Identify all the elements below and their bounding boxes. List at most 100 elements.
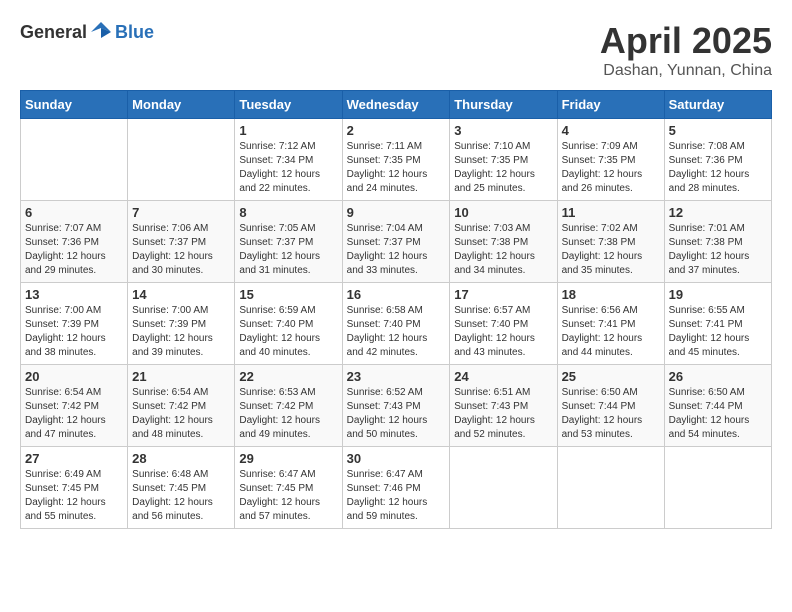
logo: General Blue xyxy=(20,20,154,44)
calendar-cell xyxy=(128,119,235,201)
day-number: 12 xyxy=(669,205,767,220)
calendar-cell: 24 Sunrise: 6:51 AMSunset: 7:43 PMDayligh… xyxy=(450,365,557,447)
day-number: 2 xyxy=(347,123,446,138)
day-info: Sunrise: 6:58 AMSunset: 7:40 PMDaylight:… xyxy=(347,304,446,360)
calendar-cell: 3 Sunrise: 7:10 AMSunset: 7:35 PMDaylight… xyxy=(450,119,557,201)
calendar-week-row: 13 Sunrise: 7:00 AMSunset: 7:39 PMDayligh… xyxy=(21,283,772,365)
weekday-header-cell: Monday xyxy=(128,91,235,119)
day-info: Sunrise: 6:47 AMSunset: 7:45 PMDaylight:… xyxy=(239,468,337,524)
calendar-cell: 29Sunrise: 6:47 AMSunset: 7:45 PMDayligh… xyxy=(235,447,342,529)
weekday-header-cell: Saturday xyxy=(664,91,771,119)
day-info: Sunrise: 6:50 AMSunset: 7:44 PMDaylight:… xyxy=(669,386,767,442)
day-info: Sunrise: 7:02 AMSunset: 7:38 PMDaylight:… xyxy=(562,222,660,278)
day-number: 21 xyxy=(132,369,230,384)
day-info: Sunrise: 6:52 AMSunset: 7:43 PMDaylight:… xyxy=(347,386,446,442)
calendar-cell: 22 Sunrise: 6:53 AMSunset: 7:42 PMDayligh… xyxy=(235,365,342,447)
day-info: Sunrise: 6:48 AMSunset: 7:45 PMDaylight:… xyxy=(132,468,230,524)
day-number: 25 xyxy=(562,369,660,384)
calendar-cell: 4 Sunrise: 7:09 AMSunset: 7:35 PMDaylight… xyxy=(557,119,664,201)
day-info: Sunrise: 6:54 AMSunset: 7:42 PMDaylight:… xyxy=(25,386,123,442)
day-number: 10 xyxy=(454,205,552,220)
day-info: Sunrise: 7:03 AMSunset: 7:38 PMDaylight:… xyxy=(454,222,552,278)
calendar-cell: 15Sunrise: 6:59 AMSunset: 7:40 PMDayligh… xyxy=(235,283,342,365)
calendar-cell: 19Sunrise: 6:55 AMSunset: 7:41 PMDayligh… xyxy=(664,283,771,365)
calendar-cell: 10 Sunrise: 7:03 AMSunset: 7:38 PMDayligh… xyxy=(450,201,557,283)
day-number: 5 xyxy=(669,123,767,138)
day-info: Sunrise: 6:59 AMSunset: 7:40 PMDaylight:… xyxy=(239,304,337,360)
day-number: 27 xyxy=(25,451,123,466)
calendar-cell: 16 Sunrise: 6:58 AMSunset: 7:40 PMDayligh… xyxy=(342,283,450,365)
calendar-cell: 26 Sunrise: 6:50 AMSunset: 7:44 PMDayligh… xyxy=(664,365,771,447)
day-number: 24 xyxy=(454,369,552,384)
day-number: 9 xyxy=(347,205,446,220)
day-number: 14 xyxy=(132,287,230,302)
day-info: Sunrise: 7:07 AMSunset: 7:36 PMDaylight:… xyxy=(25,222,123,278)
calendar-cell: 12Sunrise: 7:01 AMSunset: 7:38 PMDayligh… xyxy=(664,201,771,283)
weekday-header-cell: Sunday xyxy=(21,91,128,119)
calendar-cell: 28 Sunrise: 6:48 AMSunset: 7:45 PMDayligh… xyxy=(128,447,235,529)
day-info: Sunrise: 7:00 AMSunset: 7:39 PMDaylight:… xyxy=(132,304,230,360)
day-info: Sunrise: 6:53 AMSunset: 7:42 PMDaylight:… xyxy=(239,386,337,442)
day-info: Sunrise: 6:49 AMSunset: 7:45 PMDaylight:… xyxy=(25,468,123,524)
weekday-header-cell: Friday xyxy=(557,91,664,119)
day-number: 16 xyxy=(347,287,446,302)
day-number: 4 xyxy=(562,123,660,138)
day-info: Sunrise: 6:55 AMSunset: 7:41 PMDaylight:… xyxy=(669,304,767,360)
calendar-cell: 2 Sunrise: 7:11 AMSunset: 7:35 PMDaylight… xyxy=(342,119,450,201)
calendar-cell: 25 Sunrise: 6:50 AMSunset: 7:44 PMDayligh… xyxy=(557,365,664,447)
day-number: 3 xyxy=(454,123,552,138)
day-number: 30 xyxy=(347,451,446,466)
day-info: Sunrise: 6:47 AMSunset: 7:46 PMDaylight:… xyxy=(347,468,446,524)
calendar-cell: 7 Sunrise: 7:06 AMSunset: 7:37 PMDaylight… xyxy=(128,201,235,283)
day-number: 26 xyxy=(669,369,767,384)
calendar-cell: 9Sunrise: 7:04 AMSunset: 7:37 PMDaylight… xyxy=(342,201,450,283)
calendar-cell: 13 Sunrise: 7:00 AMSunset: 7:39 PMDayligh… xyxy=(21,283,128,365)
day-number: 17 xyxy=(454,287,552,302)
day-number: 22 xyxy=(239,369,337,384)
calendar-body: 1Sunrise: 7:12 AMSunset: 7:34 PMDaylight… xyxy=(21,119,772,529)
location-title: Dashan, Yunnan, China xyxy=(600,62,772,80)
logo-icon xyxy=(89,20,113,44)
weekday-header-cell: Thursday xyxy=(450,91,557,119)
weekday-header-cell: Wednesday xyxy=(342,91,450,119)
day-info: Sunrise: 7:06 AMSunset: 7:37 PMDaylight:… xyxy=(132,222,230,278)
day-number: 11 xyxy=(562,205,660,220)
day-info: Sunrise: 7:11 AMSunset: 7:35 PMDaylight:… xyxy=(347,140,446,196)
day-number: 6 xyxy=(25,205,123,220)
day-number: 28 xyxy=(132,451,230,466)
calendar-cell: 5 Sunrise: 7:08 AMSunset: 7:36 PMDaylight… xyxy=(664,119,771,201)
calendar-cell xyxy=(450,447,557,529)
day-info: Sunrise: 6:51 AMSunset: 7:43 PMDaylight:… xyxy=(454,386,552,442)
calendar-cell xyxy=(557,447,664,529)
month-title: April 2025 xyxy=(600,20,772,62)
calendar-week-row: 6 Sunrise: 7:07 AMSunset: 7:36 PMDaylight… xyxy=(21,201,772,283)
calendar-cell: 23Sunrise: 6:52 AMSunset: 7:43 PMDayligh… xyxy=(342,365,450,447)
calendar-cell: 14 Sunrise: 7:00 AMSunset: 7:39 PMDayligh… xyxy=(128,283,235,365)
weekday-header-cell: Tuesday xyxy=(235,91,342,119)
calendar-cell xyxy=(664,447,771,529)
day-number: 8 xyxy=(239,205,337,220)
day-info: Sunrise: 7:10 AMSunset: 7:35 PMDaylight:… xyxy=(454,140,552,196)
day-number: 7 xyxy=(132,205,230,220)
header: General Blue April 2025 Dashan, Yunnan, … xyxy=(20,20,772,80)
calendar-cell: 17 Sunrise: 6:57 AMSunset: 7:40 PMDayligh… xyxy=(450,283,557,365)
day-info: Sunrise: 7:09 AMSunset: 7:35 PMDaylight:… xyxy=(562,140,660,196)
calendar-cell: 8 Sunrise: 7:05 AMSunset: 7:37 PMDaylight… xyxy=(235,201,342,283)
calendar-cell: 30 Sunrise: 6:47 AMSunset: 7:46 PMDayligh… xyxy=(342,447,450,529)
calendar-cell: 20Sunrise: 6:54 AMSunset: 7:42 PMDayligh… xyxy=(21,365,128,447)
day-info: Sunrise: 7:05 AMSunset: 7:37 PMDaylight:… xyxy=(239,222,337,278)
day-info: Sunrise: 6:50 AMSunset: 7:44 PMDaylight:… xyxy=(562,386,660,442)
calendar-cell: 1Sunrise: 7:12 AMSunset: 7:34 PMDaylight… xyxy=(235,119,342,201)
calendar-cell: 18Sunrise: 6:56 AMSunset: 7:41 PMDayligh… xyxy=(557,283,664,365)
weekday-header-row: SundayMondayTuesdayWednesdayThursdayFrid… xyxy=(21,91,772,119)
day-info: Sunrise: 7:08 AMSunset: 7:36 PMDaylight:… xyxy=(669,140,767,196)
calendar-cell: 21Sunrise: 6:54 AMSunset: 7:42 PMDayligh… xyxy=(128,365,235,447)
day-number: 13 xyxy=(25,287,123,302)
calendar-cell xyxy=(21,119,128,201)
day-number: 1 xyxy=(239,123,337,138)
day-info: Sunrise: 6:57 AMSunset: 7:40 PMDaylight:… xyxy=(454,304,552,360)
calendar-cell: 11 Sunrise: 7:02 AMSunset: 7:38 PMDayligh… xyxy=(557,201,664,283)
day-number: 18 xyxy=(562,287,660,302)
day-info: Sunrise: 7:00 AMSunset: 7:39 PMDaylight:… xyxy=(25,304,123,360)
title-area: April 2025 Dashan, Yunnan, China xyxy=(600,20,772,80)
